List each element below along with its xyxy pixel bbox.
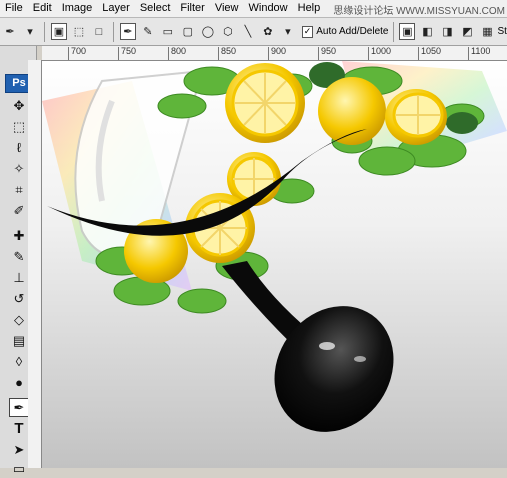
separator bbox=[112, 21, 114, 42]
menu-file[interactable]: File bbox=[0, 0, 28, 17]
ruler-label: 950 bbox=[321, 46, 337, 56]
ruler-label: 900 bbox=[271, 46, 287, 56]
marquee-tool-icon[interactable]: ⬚ bbox=[9, 117, 29, 136]
freeform-pen-icon[interactable]: ✎ bbox=[140, 23, 156, 40]
menu-edit[interactable]: Edit bbox=[28, 0, 57, 17]
ruler-tick bbox=[218, 47, 219, 60]
menu-layer[interactable]: Layer bbox=[97, 0, 135, 17]
move-tool-icon[interactable]: ✥ bbox=[9, 96, 29, 115]
healing-brush-tool-icon[interactable]: ✚ bbox=[9, 226, 29, 245]
magic-wand-tool-icon[interactable]: ✧ bbox=[9, 159, 29, 178]
tool-preset-dropdown-icon[interactable]: ▾ bbox=[22, 23, 38, 40]
ruler-label: 750 bbox=[121, 46, 137, 56]
menu-filter[interactable]: Filter bbox=[175, 0, 209, 17]
subtract-area-icon[interactable]: ◧ bbox=[419, 23, 435, 40]
line-icon[interactable]: ╲ bbox=[240, 23, 256, 40]
exclude-area-icon[interactable]: ◩ bbox=[459, 23, 475, 40]
custom-shape-icon[interactable]: ✿ bbox=[260, 23, 276, 40]
lemon-half bbox=[385, 89, 447, 145]
gradient-tool-icon[interactable]: ▤ bbox=[9, 331, 29, 350]
intersect-area-icon[interactable]: ◨ bbox=[439, 23, 455, 40]
path-selection-tool-icon[interactable]: ➤ bbox=[9, 440, 29, 459]
shape-layers-icon[interactable]: ▣ bbox=[50, 23, 67, 40]
fill-pixels-icon[interactable]: □ bbox=[91, 23, 107, 40]
eraser-tool-icon[interactable]: ◇ bbox=[9, 310, 29, 329]
ruler-label: 700 bbox=[71, 46, 87, 56]
ruler-label: 1100 bbox=[471, 46, 491, 56]
paths-icon[interactable]: ⬚ bbox=[71, 23, 87, 40]
ruler-label: 1050 bbox=[421, 46, 442, 56]
base-highlight bbox=[354, 356, 366, 362]
menu-image[interactable]: Image bbox=[57, 0, 98, 17]
eyedropper-tool-icon[interactable]: ✐ bbox=[9, 201, 29, 220]
ruler-tick bbox=[268, 47, 269, 60]
lasso-tool-icon[interactable]: ℓ bbox=[9, 138, 29, 157]
ruler-tick bbox=[68, 47, 69, 60]
menu-select[interactable]: Select bbox=[135, 0, 176, 17]
pen-tool-icon[interactable]: ✒ bbox=[9, 398, 29, 417]
ruler-tick bbox=[168, 47, 169, 60]
ruler-tick bbox=[118, 47, 119, 60]
ruler-tick bbox=[318, 47, 319, 60]
artwork bbox=[42, 61, 507, 432]
ruler-tick bbox=[368, 47, 369, 60]
auto-add-delete-label: Auto Add/Delete bbox=[316, 26, 389, 37]
rounded-rectangle-icon[interactable]: ▢ bbox=[180, 23, 196, 40]
type-tool-icon[interactable]: T bbox=[9, 419, 29, 438]
menu-help[interactable]: Help bbox=[293, 0, 326, 17]
brush-tool-icon[interactable]: ✎ bbox=[9, 247, 29, 266]
left-ruler[interactable] bbox=[28, 60, 42, 468]
pen-icon[interactable]: ✒ bbox=[119, 23, 136, 40]
ruler-label: 850 bbox=[221, 46, 237, 56]
shape-dropdown-icon[interactable]: ▾ bbox=[280, 23, 296, 40]
dodge-tool-icon[interactable]: ● bbox=[9, 373, 29, 392]
options-bar: ✒ ▾ ▣ ⬚ □ ✒ ✎ ▭ ▢ ◯ ⬡ ╲ ✿ ▾ ✓ Auto Add/D… bbox=[0, 18, 507, 46]
dark-leaf bbox=[446, 112, 478, 134]
lemon-half bbox=[225, 63, 305, 143]
ruler-label: 800 bbox=[171, 46, 187, 56]
lemon-whole bbox=[318, 77, 386, 145]
separator bbox=[392, 21, 394, 42]
base-highlight bbox=[319, 342, 335, 350]
history-brush-tool-icon[interactable]: ↺ bbox=[9, 289, 29, 308]
ellipse-icon[interactable]: ◯ bbox=[200, 23, 216, 40]
pen-tool-icon[interactable]: ✒ bbox=[2, 23, 18, 40]
ruler-tick bbox=[418, 47, 419, 60]
crop-tool-icon[interactable]: ⌗ bbox=[9, 180, 29, 199]
polygon-icon[interactable]: ⬡ bbox=[220, 23, 236, 40]
rectangle-icon[interactable]: ▭ bbox=[160, 23, 176, 40]
blur-tool-icon[interactable]: ◊ bbox=[9, 352, 29, 371]
clone-stamp-tool-icon[interactable]: ⊥ bbox=[9, 268, 29, 287]
watermark: 思缘设计论坛 WWW.MISSYUAN.COM bbox=[333, 6, 505, 17]
add-to-area-icon[interactable]: ▣ bbox=[399, 23, 416, 40]
shape-tool-icon[interactable]: ▭ bbox=[9, 459, 29, 478]
style-icon[interactable]: ▦ bbox=[479, 23, 495, 40]
style-label: St bbox=[497, 26, 507, 37]
ruler-label: 1000 bbox=[371, 46, 392, 56]
document-canvas[interactable] bbox=[42, 61, 507, 468]
ruler-tick bbox=[468, 47, 469, 60]
separator bbox=[44, 21, 45, 42]
top-ruler[interactable]: 700 750 800 850 900 950 1000 1050 1100 1… bbox=[42, 46, 507, 61]
menu-window[interactable]: Window bbox=[244, 0, 293, 17]
menu-view[interactable]: View bbox=[210, 0, 244, 17]
auto-add-delete-checkbox[interactable]: ✓ bbox=[301, 25, 314, 38]
